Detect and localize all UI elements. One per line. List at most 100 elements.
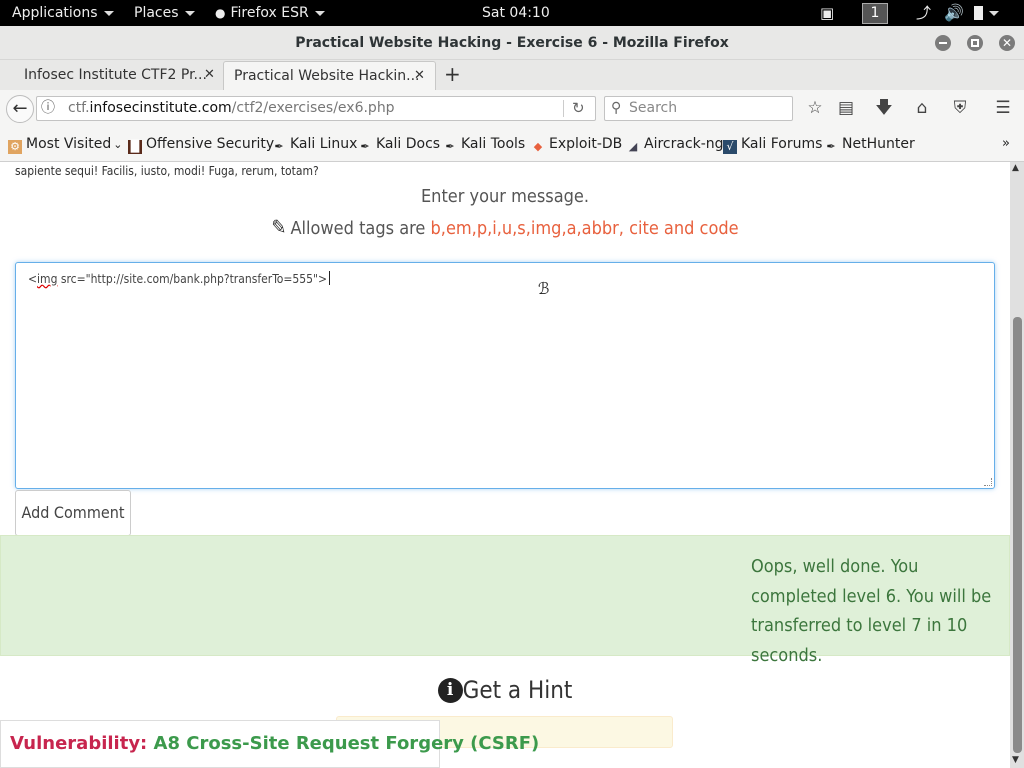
offsec-icon: █ [128, 140, 142, 154]
bookmark-label: Kali Docs [376, 136, 441, 152]
back-arrow-icon: ← [12, 98, 28, 119]
chevron-down-icon [989, 10, 999, 16]
chevron-down-icon: ⌄ [113, 138, 123, 151]
bookmark-offensive-security[interactable]: █ Offensive Security [128, 128, 274, 160]
battery-menu[interactable] [974, 0, 999, 26]
network-wired-icon[interactable]: ⤴ [916, 0, 931, 26]
firefox-app-menu[interactable]: ● Firefox ESR [215, 0, 325, 26]
tab-infosec-ctf2[interactable]: Infosec Institute CTF2 Pr... ✕ [14, 61, 221, 90]
scroll-up-arrow-icon[interactable]: ▲ [1012, 163, 1019, 173]
bookmark-kali-forums[interactable]: √ Kali Forums [723, 128, 822, 160]
bookmarks-overflow-icon[interactable]: » [1002, 128, 1010, 160]
search-input[interactable]: ⚲ Search [604, 96, 793, 121]
applications-menu[interactable]: Applications [12, 0, 114, 26]
success-alert: Oops, well done. You completed level 6. … [0, 535, 1010, 666]
textarea-value: <img src="http://site.com/bank.php?trans… [28, 271, 331, 286]
enter-message-heading: Enter your message. [420, 186, 590, 207]
scrollbar-thumb[interactable] [1013, 317, 1022, 753]
vulnerability-value: A8 Cross-Site Request Forgery (CSRF) [153, 733, 540, 754]
get-a-hint-heading[interactable]: i Get a Hint [0, 676, 1010, 704]
bookmark-label: NetHunter [842, 136, 915, 152]
kali-dragon-icon: ✒ [826, 140, 836, 153]
search-placeholder: Search [629, 100, 678, 116]
kali-dragon-icon: ✒ [360, 140, 370, 153]
workspace-number: 1 [862, 2, 888, 24]
maximize-button[interactable] [967, 35, 983, 51]
tab-strip: Infosec Institute CTF2 Pr... ✕ Practical… [0, 60, 1024, 90]
bookmarks-toolbar: ⚙ Most Visited ⌄ █ Offensive Security ✒ Kali… [0, 128, 1024, 162]
close-window-button[interactable]: ✕ [999, 35, 1015, 51]
exploit-db-icon: ◆ [533, 140, 543, 153]
home-icon[interactable]: ⌂ [911, 97, 933, 119]
bookmark-exploit-db[interactable]: ◆ Exploit-DB [531, 128, 623, 160]
url-bar[interactable]: ⓘ ctf.infosecinstitute.com/ctf2/exercise… [36, 96, 596, 121]
reader-list-icon[interactable]: ▤ [835, 97, 857, 119]
video-camera-icon[interactable]: ▣ [820, 0, 834, 26]
url-domain: infosecinstitute.com [89, 100, 232, 116]
pocket-icon[interactable]: ⛨ [949, 97, 971, 119]
page-content: sapiente sequi! Facilis, iusto, modi! Fu… [0, 162, 1010, 768]
new-tab-button[interactable]: + [444, 62, 461, 86]
kali-dragon-icon: ✒ [445, 140, 455, 153]
textarea-value-rest: src="http://site.com/bank.php?transferTo… [57, 272, 328, 286]
kali-forums-icon: √ [723, 140, 737, 154]
applications-label: Applications [12, 5, 98, 21]
window-titlebar: Practical Website Hacking - Exercise 6 -… [0, 26, 1024, 60]
plus-icon: + [444, 62, 461, 86]
text-cursor [329, 271, 331, 285]
kali-dragon-icon: ✒ [274, 140, 284, 153]
places-label: Places [134, 5, 179, 21]
tab-close-icon[interactable]: ✕ [204, 61, 215, 89]
volume-icon[interactable]: 🔊 [944, 0, 964, 26]
places-menu[interactable]: Places [134, 0, 195, 26]
firefox-app-label: Firefox ESR [230, 5, 309, 21]
allowed-tags-line: ✎ Allowed tags are b,em,p,i,u,s,img,a,abb… [0, 215, 1010, 239]
bookmark-label: Offensive Security [146, 136, 275, 152]
window-title: Practical Website Hacking - Exercise 6 -… [295, 35, 729, 51]
message-textarea[interactable]: <img src="http://site.com/bank.php?trans… [15, 262, 995, 489]
bookmark-kali-tools[interactable]: ✒ Kali Tools [443, 128, 525, 160]
bookmark-star-icon[interactable]: ☆ [804, 97, 826, 119]
battery-icon [974, 6, 983, 20]
settings-folder-icon: ⚙ [8, 140, 22, 154]
url-path: /ctf2/exercises/ex6.php [231, 100, 395, 116]
bookmark-nethunter[interactable]: ✒ NetHunter [824, 128, 915, 160]
minimize-button[interactable] [935, 35, 951, 51]
vulnerability-badge: Vulnerability: A8 Cross-Site Request For… [0, 720, 539, 768]
back-button[interactable]: ← [6, 95, 34, 123]
hint-title: Get a Hint [462, 676, 573, 704]
site-info-icon[interactable]: ⓘ [41, 97, 55, 120]
search-icon: ⚲ [611, 100, 622, 116]
clock[interactable]: Sat 04:10 [482, 0, 550, 26]
allowed-tags-prefix: Allowed tags are [290, 218, 426, 239]
scroll-down-arrow-icon[interactable]: ▼ [1012, 755, 1019, 765]
tab-practical-website-hacking[interactable]: Practical Website Hackin... ✕ [223, 61, 436, 90]
resize-handle-icon[interactable] [984, 478, 992, 486]
firefox-icon: ● [215, 6, 226, 20]
pencil-icon: ✎ [271, 215, 287, 239]
add-comment-button[interactable]: Add Comment [15, 490, 131, 536]
reload-icon[interactable]: ↻ [572, 97, 585, 120]
bookmark-aircrack-ng[interactable]: ◢ Aircrack-ng [626, 128, 724, 160]
tab-close-icon[interactable]: ✕ [414, 62, 425, 90]
bookmark-label: Kali Forums [741, 136, 823, 152]
url-bar-divider [563, 100, 564, 117]
url-text[interactable]: ctf.infosecinstitute.com/ctf2/exercises/… [68, 97, 395, 120]
bookmark-label: Most Visited [26, 136, 112, 152]
hamburger-menu-icon[interactable]: ☰ [992, 97, 1014, 119]
bookmark-kali-docs[interactable]: ✒ Kali Docs [358, 128, 440, 160]
bookmark-label: Exploit-DB [549, 136, 623, 152]
bookmark-kali-linux[interactable]: ✒ Kali Linux [272, 128, 357, 160]
url-prefix: ctf. [68, 100, 90, 116]
bookmark-most-visited[interactable]: ⚙ Most Visited ⌄ [8, 128, 122, 161]
textarea-value-open: < [28, 272, 38, 286]
close-icon: ✕ [1001, 36, 1013, 50]
allowed-tags-list: b,em,p,i,u,s,img,a,abbr, cite and code [430, 218, 739, 239]
download-icon[interactable]: 🡇 [873, 97, 895, 119]
workspace-indicator[interactable]: 1 [862, 0, 888, 26]
bookmark-label: Aircrack-ng [644, 136, 724, 152]
bookmark-label: Kali Tools [461, 136, 526, 152]
gnome-top-bar: Applications Places ● Firefox ESR Sat 04:… [0, 0, 1024, 26]
tab-label: Infosec Institute CTF2 Pr... [24, 67, 207, 83]
aircrack-icon: ◢ [628, 140, 638, 153]
